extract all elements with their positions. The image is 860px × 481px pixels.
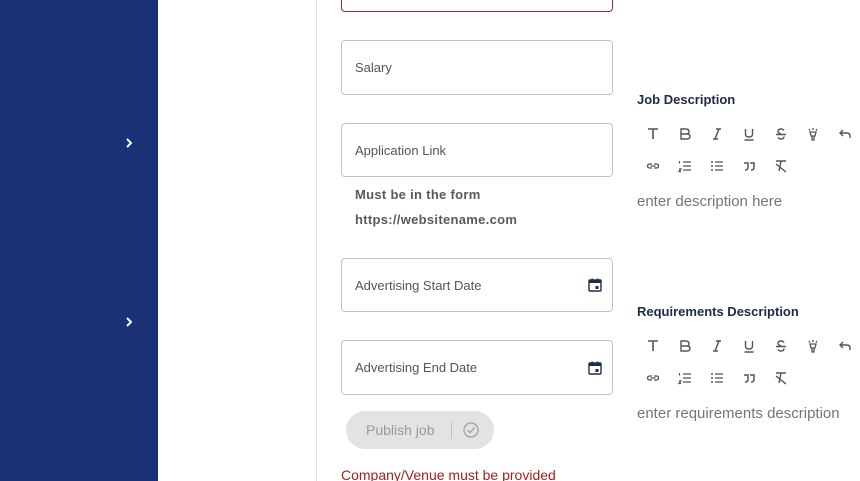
end-date-placeholder: Advertising End Date xyxy=(355,360,478,375)
strikethrough-icon[interactable] xyxy=(771,124,791,144)
link-icon[interactable] xyxy=(643,156,663,176)
text-icon[interactable] xyxy=(643,124,663,144)
salary-field[interactable]: Salary xyxy=(341,40,613,95)
publish-job-button[interactable]: Publish job xyxy=(346,411,494,449)
calendar-icon[interactable] xyxy=(588,278,602,292)
job-description-title: Job Description xyxy=(637,92,736,107)
quote-icon[interactable] xyxy=(739,156,759,176)
page: Salary Application Link Must be in the f… xyxy=(0,0,860,481)
application-link-placeholder: Application Link xyxy=(355,142,447,158)
application-link-hint: Must be in the form https://websitename.… xyxy=(355,182,517,232)
hint-line-1: Must be in the form xyxy=(355,187,481,202)
clear-format-icon[interactable] xyxy=(771,368,791,388)
clear-format-icon[interactable] xyxy=(771,156,791,176)
check-circle-icon xyxy=(463,422,479,438)
ordered-list-icon[interactable] xyxy=(675,368,695,388)
error-message: Company/Venue must be provided xyxy=(341,467,556,481)
publish-job-label: Publish job xyxy=(366,422,435,438)
requirements-description-editor[interactable]: enter requirements description xyxy=(637,405,840,422)
column-divider xyxy=(316,0,317,481)
chevron-right-icon[interactable] xyxy=(120,134,138,152)
start-date-placeholder: Advertising Start Date xyxy=(355,277,482,293)
chevron-right-icon[interactable] xyxy=(120,313,138,331)
requirements-description-toolbar xyxy=(643,336,860,400)
undo-icon[interactable] xyxy=(835,124,855,144)
job-description-toolbar xyxy=(643,124,860,188)
bold-icon[interactable] xyxy=(675,336,695,356)
advertising-start-date-field[interactable]: Advertising Start Date xyxy=(341,258,613,312)
application-link-field[interactable]: Application Link xyxy=(341,123,613,177)
ordered-list-icon[interactable] xyxy=(675,156,695,176)
hint-line-2: https://websitename.com xyxy=(355,212,518,227)
highlight-icon[interactable] xyxy=(803,336,823,356)
italic-icon[interactable] xyxy=(707,124,727,144)
highlight-icon[interactable] xyxy=(803,124,823,144)
requirements-description-title: Requirements Description xyxy=(637,304,799,319)
underline-icon[interactable] xyxy=(739,336,759,356)
underline-icon[interactable] xyxy=(739,124,759,144)
error-field-top[interactable] xyxy=(341,0,613,12)
undo-icon[interactable] xyxy=(835,336,855,356)
advertising-end-date-field[interactable]: Advertising End Date xyxy=(341,340,613,395)
button-separator xyxy=(451,421,452,439)
bullet-list-icon[interactable] xyxy=(707,368,727,388)
italic-icon[interactable] xyxy=(707,336,727,356)
sidebar xyxy=(0,0,158,481)
link-icon[interactable] xyxy=(643,368,663,388)
bullet-list-icon[interactable] xyxy=(707,156,727,176)
strikethrough-icon[interactable] xyxy=(771,336,791,356)
bold-icon[interactable] xyxy=(675,124,695,144)
text-icon[interactable] xyxy=(643,336,663,356)
quote-icon[interactable] xyxy=(739,368,759,388)
calendar-icon[interactable] xyxy=(588,361,602,375)
salary-placeholder: Salary xyxy=(355,60,392,75)
job-description-editor[interactable]: enter description here xyxy=(637,193,782,210)
